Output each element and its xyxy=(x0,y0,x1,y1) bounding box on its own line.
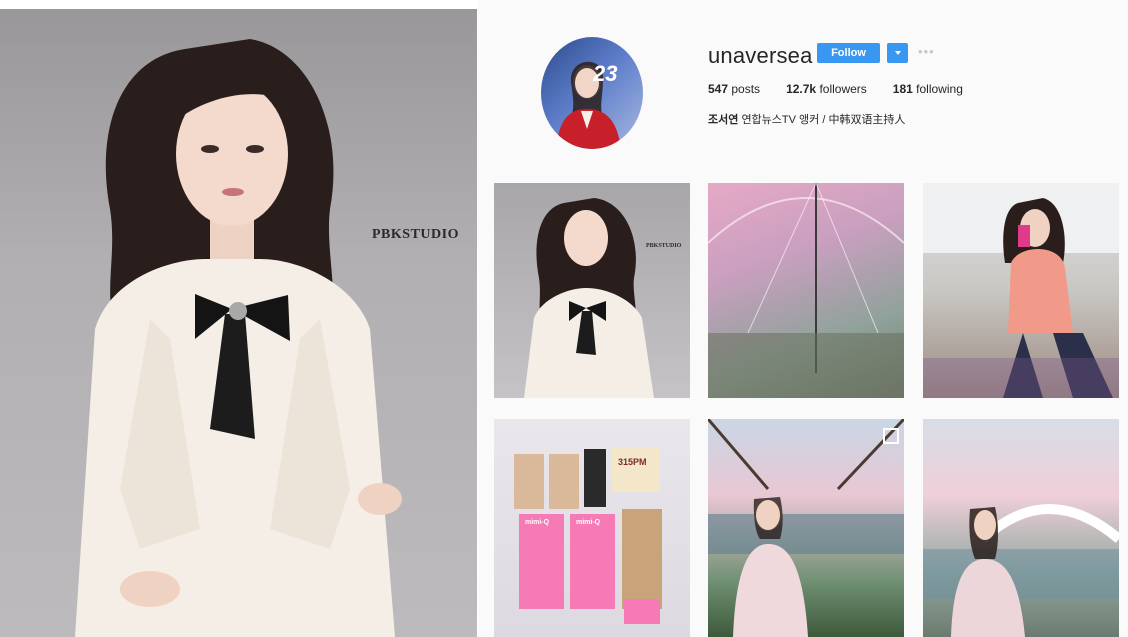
suggested-dropdown-button[interactable] xyxy=(887,43,908,63)
post-4-label-2: mimi-Q xyxy=(576,519,601,526)
followers-count: 12.7k xyxy=(786,82,817,96)
post-thumbnail[interactable] xyxy=(923,419,1119,637)
hero-portrait-illustration xyxy=(75,39,402,637)
bio-text: 연합뉴스TV 앵커 / 中韩双语主持人 xyxy=(741,114,906,126)
profile-panel: 23 unaversea Follow ••• 547 posts 12.7k … xyxy=(478,0,1128,637)
avatar-number: 23 xyxy=(593,61,618,86)
profile-stats: 547 posts 12.7k followers 181 following xyxy=(708,82,963,96)
following-stat[interactable]: 181 following xyxy=(893,82,963,96)
following-label: following xyxy=(916,82,963,96)
hero-watermark: PBKSTUDIO xyxy=(372,227,459,242)
chevron-down-icon xyxy=(895,51,901,55)
post-grid: PBKSTUDIO mimi-Q mimi-Q 315PM xyxy=(494,183,1119,637)
following-count: 181 xyxy=(892,82,913,96)
post-thumbnail[interactable] xyxy=(708,183,904,398)
post-thumbnail[interactable] xyxy=(708,419,904,637)
posts-count: 547 xyxy=(708,82,729,96)
hero-photo: PBKSTUDIO xyxy=(0,9,477,637)
followers-label: followers xyxy=(819,82,867,96)
follow-button[interactable]: Follow xyxy=(817,43,880,63)
more-options-icon[interactable]: ••• xyxy=(918,44,935,59)
post-1-image xyxy=(524,198,654,398)
post-2-image xyxy=(708,183,904,398)
profile-bio: 조서연 연합뉴스TV 앵커 / 中韩双语主持人 xyxy=(708,111,905,127)
post-3-image xyxy=(923,183,1119,398)
post-4-label-1: mimi-Q xyxy=(525,519,550,526)
post-5-image xyxy=(708,419,904,637)
posts-label: posts xyxy=(731,82,761,96)
post-6-image xyxy=(923,504,1119,637)
post-4-image xyxy=(514,447,662,624)
profile-username: unaversea xyxy=(708,43,813,68)
posts-stat: 547 posts xyxy=(708,82,760,96)
followers-stat[interactable]: 12.7k followers xyxy=(786,82,867,96)
avatar-illustration xyxy=(556,61,621,149)
bio-name: 조서연 xyxy=(708,114,739,126)
post-thumbnail[interactable]: mimi-Q mimi-Q 315PM xyxy=(494,419,690,637)
post-4-label-3: 315PM xyxy=(618,457,647,467)
profile-avatar[interactable]: 23 xyxy=(541,37,643,149)
post-thumbnail[interactable]: PBKSTUDIO xyxy=(494,183,690,398)
post-1-watermark: PBKSTUDIO xyxy=(646,243,682,249)
post-thumbnail[interactable] xyxy=(923,183,1119,398)
